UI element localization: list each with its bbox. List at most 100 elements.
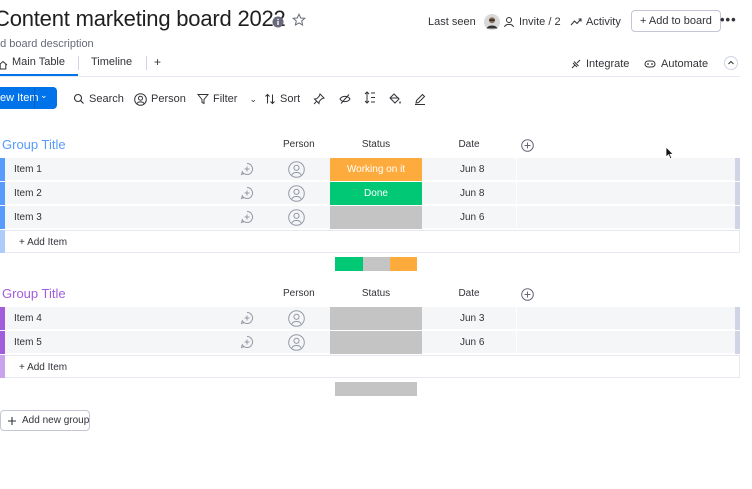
group-color-bar: [0, 355, 5, 378]
activity-button[interactable]: Activity: [570, 14, 621, 30]
add-item-label[interactable]: + Add Item: [19, 237, 67, 248]
sort-button[interactable]: Sort: [264, 92, 300, 106]
row-height-icon[interactable]: [364, 91, 376, 104]
info-icon[interactable]: [272, 15, 284, 28]
empty-person-icon[interactable]: [288, 310, 305, 327]
status-summary[interactable]: [335, 382, 417, 396]
item-name[interactable]: Item 3: [14, 212, 42, 223]
add-update-icon[interactable]: [240, 335, 254, 349]
add-column-icon[interactable]: [521, 139, 534, 152]
star-icon[interactable]: [291, 12, 307, 27]
status-cell[interactable]: [330, 331, 422, 354]
collapse-icon[interactable]: [724, 56, 738, 70]
column-header-status[interactable]: Status: [330, 288, 422, 299]
add-update-icon[interactable]: [240, 210, 254, 224]
date-cell[interactable]: Jun 3: [460, 313, 484, 324]
item-name[interactable]: Item 2: [14, 188, 42, 199]
empty-person-icon[interactable]: [288, 334, 305, 351]
column-header-status[interactable]: Status: [330, 139, 422, 150]
empty-person-icon[interactable]: [288, 161, 305, 178]
search-icon: [73, 93, 85, 105]
tab-main-table[interactable]: Main Table: [12, 56, 65, 68]
pin-icon[interactable]: [313, 92, 325, 105]
group-color-bar: [0, 158, 5, 181]
date-cell[interactable]: Jun 6: [460, 212, 484, 223]
integrate-button[interactable]: Integrate: [570, 56, 629, 72]
empty-person-icon[interactable]: [288, 209, 305, 226]
integrate-icon: [570, 58, 582, 70]
status-cell[interactable]: [330, 206, 422, 229]
add-item-label[interactable]: + Add Item: [19, 362, 67, 373]
row-end-bar: [735, 331, 740, 354]
table-row[interactable]: Item 3 Jun 6: [0, 206, 740, 229]
pen-icon[interactable]: [414, 92, 426, 105]
column-separator: [516, 158, 517, 181]
column-header-date[interactable]: Date: [452, 288, 486, 299]
tab-timeline[interactable]: Timeline: [91, 56, 132, 68]
status-summary[interactable]: [335, 257, 417, 271]
column-header-person[interactable]: Person: [283, 288, 315, 299]
person-label: Person: [151, 93, 186, 105]
filter-button[interactable]: Filter ⌄: [196, 92, 257, 106]
add-update-icon[interactable]: [240, 162, 254, 176]
board-description[interactable]: dd board description: [0, 38, 94, 50]
last-seen[interactable]: Last seen: [428, 14, 500, 30]
tabs-divider: [0, 76, 740, 77]
board-title[interactable]: Content marketing board 2022: [0, 6, 286, 32]
item-name[interactable]: Item 4: [14, 313, 42, 324]
new-item-button[interactable]: ew Item ⌄: [0, 87, 57, 109]
add-update-icon[interactable]: [240, 311, 254, 325]
table-row[interactable]: Item 2 Done Jun 8: [0, 182, 740, 205]
column-header-date[interactable]: Date: [452, 139, 486, 150]
add-update-icon[interactable]: [240, 186, 254, 200]
row-end-bar: [735, 158, 740, 181]
add-view-button[interactable]: +: [154, 55, 161, 69]
user-avatar: [483, 14, 500, 30]
group-color-bar: [0, 230, 5, 253]
group-color-bar: [0, 331, 5, 354]
chevron-down-icon[interactable]: ⌄: [249, 94, 257, 105]
date-cell[interactable]: Jun 8: [460, 188, 484, 199]
add-to-board-button[interactable]: + Add to board: [631, 10, 721, 32]
automate-button[interactable]: Automate: [643, 56, 708, 72]
hide-icon[interactable]: [339, 92, 351, 104]
column-header-person[interactable]: Person: [283, 139, 315, 150]
row-end-bar: [735, 182, 740, 205]
summary-segment-done: [335, 257, 363, 271]
integrate-label: Integrate: [586, 58, 630, 70]
group-color-bar: [0, 182, 5, 205]
status-cell[interactable]: [330, 307, 422, 330]
add-new-group-button[interactable]: Add new group: [0, 410, 90, 431]
table-row[interactable]: Item 5 Jun 6: [0, 331, 740, 354]
item-name[interactable]: Item 5: [14, 337, 42, 348]
table-row[interactable]: Item 4 Jun 3: [0, 307, 740, 330]
search-label: Search: [89, 93, 124, 105]
paint-bucket-icon[interactable]: [389, 92, 402, 104]
search-button[interactable]: Search: [73, 92, 124, 106]
tab-divider: [78, 56, 79, 70]
table-row[interactable]: Item 1 Working on it Jun 8: [0, 158, 740, 181]
add-item-row[interactable]: + Add Item: [0, 230, 740, 253]
group-title[interactable]: Group Title: [2, 286, 66, 301]
activity-label: Activity: [586, 16, 621, 28]
invite-button[interactable]: Invite / 2: [503, 14, 561, 30]
column-separator: [516, 182, 517, 205]
add-new-group-label: Add new group: [22, 415, 90, 426]
more-options-button[interactable]: •••: [720, 12, 737, 27]
person-filter-button[interactable]: Person: [134, 92, 186, 106]
empty-person-icon[interactable]: [288, 185, 305, 202]
add-column-icon[interactable]: [521, 288, 534, 301]
tab-divider: [146, 56, 147, 70]
add-item-row[interactable]: + Add Item: [0, 355, 740, 378]
chevron-down-icon[interactable]: ⌄: [40, 90, 48, 101]
filter-icon: [196, 93, 210, 105]
status-cell[interactable]: Working on it: [330, 158, 422, 181]
date-cell[interactable]: Jun 6: [460, 337, 484, 348]
summary-segment-empty: [335, 382, 417, 396]
date-cell[interactable]: Jun 8: [460, 164, 484, 175]
item-name[interactable]: Item 1: [14, 164, 42, 175]
status-cell[interactable]: Done: [330, 182, 422, 205]
new-item-label: ew Item: [0, 92, 39, 104]
group-title[interactable]: Group Title: [2, 137, 66, 152]
new-item-split: [34, 87, 35, 109]
